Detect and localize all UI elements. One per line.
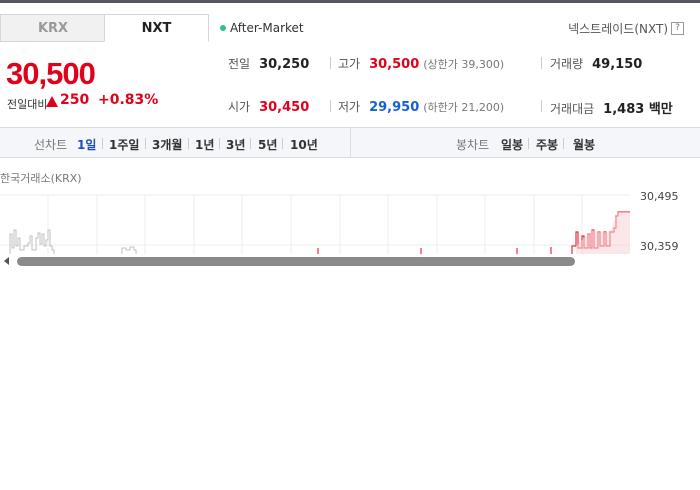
stat-label: 거래량: [550, 57, 584, 71]
divider: [282, 138, 283, 149]
tab-nxt[interactable]: NXT: [104, 14, 209, 42]
stat-label: 고가: [338, 57, 361, 71]
divider: [541, 57, 542, 69]
session-status: After-Market: [220, 21, 304, 35]
divider: [563, 138, 564, 149]
stat-prev-close: 전일 30,250: [228, 55, 309, 72]
period-3m[interactable]: 3개월: [152, 136, 182, 153]
tab-krx[interactable]: KRX: [0, 14, 105, 42]
provider-label: 넥스트레이드(NXT): [568, 22, 668, 36]
change-amount: 250: [60, 92, 90, 108]
series-line: [9, 229, 55, 254]
tab-nxt-label: NXT: [141, 20, 172, 36]
period-daily-candle[interactable]: 일봉: [501, 136, 523, 153]
stat-value: 30,250: [259, 57, 310, 72]
stat-label: 저가: [338, 100, 361, 114]
triangle-up-icon: [46, 96, 58, 107]
tab-krx-label: KRX: [37, 20, 69, 36]
period-1y[interactable]: 1년: [195, 136, 214, 153]
y-axis-label: 30,495: [640, 190, 679, 203]
session-label: After-Market: [230, 21, 304, 35]
price-chart: [0, 194, 630, 254]
stat-high: 고가 30,500 (상한가 39,300): [338, 55, 504, 72]
top-border: [0, 0, 700, 3]
divider: [330, 100, 331, 112]
y-axis-label: 30,359: [640, 240, 679, 253]
line-chart-title: 선차트: [34, 138, 68, 152]
stat-sub: (하한가 21,200): [423, 101, 505, 114]
scroll-left-arrow-icon[interactable]: [4, 257, 9, 265]
stat-value: 30,500: [369, 57, 420, 72]
stat-open: 시가 30,450: [228, 98, 309, 115]
stat-label: 전일: [228, 57, 251, 71]
period-toolbar: 선차트 1일 1주일 3개월 1년 3년 5년 10년 봉차트 일봉 주봉 월봉: [0, 127, 700, 158]
series-line: [121, 246, 137, 254]
stat-sub: (상한가 39,300): [423, 58, 505, 71]
divider: [541, 100, 542, 112]
stat-value: 1,483 백만: [603, 102, 673, 117]
divider: [330, 57, 331, 69]
period-3y[interactable]: 3년: [226, 136, 245, 153]
stat-trade-value: 거래대금 1,483 백만: [550, 98, 673, 117]
regular-session-series: [9, 229, 137, 254]
period-1d[interactable]: 1일: [77, 136, 96, 153]
toolbar-divider: [350, 128, 351, 158]
period-10y[interactable]: 10년: [290, 136, 318, 153]
divider: [145, 138, 146, 149]
stat-volume: 거래량 49,150: [550, 55, 642, 72]
divider: [219, 138, 220, 149]
change-percent: +0.83%: [98, 92, 159, 108]
chart-gridlines: [0, 194, 630, 254]
chart-source-label: 한국거래소(KRX): [0, 172, 82, 185]
help-icon[interactable]: ?: [671, 22, 684, 35]
stat-value: 29,950: [369, 100, 420, 115]
change-label: 전일대비: [7, 98, 48, 111]
divider: [188, 138, 189, 149]
stat-value: 30,450: [259, 100, 310, 115]
period-5y[interactable]: 5년: [258, 136, 277, 153]
provider-info: 넥스트레이드(NXT) ?: [568, 20, 684, 37]
divider: [528, 138, 529, 149]
period-monthly-candle[interactable]: 월봉: [573, 136, 595, 153]
stat-value: 49,150: [592, 57, 643, 72]
candle-chart-title: 봉차트: [456, 138, 490, 152]
divider: [102, 138, 103, 149]
stat-low: 저가 29,950 (하한가 21,200): [338, 98, 504, 115]
stat-label: 시가: [228, 100, 251, 114]
period-weekly-candle[interactable]: 주봉: [536, 136, 558, 153]
status-dot-icon: [220, 25, 226, 31]
horizontal-scrollbar-thumb[interactable]: [17, 257, 575, 266]
after-market-area: [576, 212, 630, 254]
period-1w[interactable]: 1주일: [109, 136, 139, 153]
stat-label: 거래대금: [550, 102, 595, 116]
divider: [250, 138, 251, 149]
current-price: 30,500: [6, 56, 96, 91]
